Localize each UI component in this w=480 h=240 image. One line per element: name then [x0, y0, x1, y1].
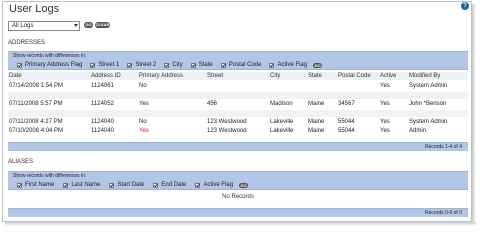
- checkbox-checked-icon[interactable]: [17, 62, 22, 68]
- cell-date: 07/14/2008 1:54 PM: [9, 83, 64, 89]
- cell-date: 07/11/2008 4:27 PM: [9, 119, 63, 125]
- column-header-city[interactable]: City: [270, 73, 280, 79]
- cell-date: 07/10/2008 4:04 PM: [9, 128, 64, 134]
- logs-filter-value: All Logs: [12, 23, 34, 29]
- aliases-footer: Records 0-0 of 0: [8, 208, 468, 217]
- cell-address-id: 1124040: [91, 128, 114, 134]
- column-header-primary-address[interactable]: Primary Address: [139, 73, 183, 79]
- addresses-record-count: Records 1-4 of 4: [425, 144, 462, 150]
- column-header-modified-by[interactable]: Modified By: [409, 73, 440, 79]
- filter-state[interactable]: State: [190, 62, 213, 68]
- panel-shadow-right: [472, 4, 476, 225]
- filter-last-name[interactable]: Last Name: [63, 182, 100, 188]
- checkbox-checked-icon[interactable]: [190, 62, 196, 68]
- filter-active-flag[interactable]: Active Flag: [269, 62, 307, 68]
- table-row: 07/14/2008 1:54 PM 1124061 No Yes System…: [8, 82, 468, 91]
- logs-filter-select[interactable]: All Logs: [8, 21, 80, 31]
- filter-active-flag[interactable]: Active Flag: [195, 182, 233, 188]
- checkbox-checked-icon[interactable]: [153, 182, 159, 188]
- column-header-state[interactable]: State: [308, 73, 322, 79]
- cell-address-id: 1124061: [91, 83, 114, 89]
- checkbox-checked-icon[interactable]: [195, 182, 201, 188]
- checkbox-checked-icon[interactable]: [220, 62, 226, 68]
- filter-primary-address-flag[interactable]: Primary Address Flag: [17, 62, 82, 68]
- cell-primary-address-changed: Yes: [139, 128, 149, 134]
- cell-street: 456: [207, 101, 218, 107]
- addresses-filter-bar: Show records with differences in: Primar…: [8, 51, 468, 70]
- clear-button[interactable]: CLEAR: [95, 22, 110, 28]
- addresses-table-header: Date Address ID Primary Address Street C…: [8, 72, 468, 80]
- cell-street: 123 Westwood: [207, 128, 247, 134]
- checkbox-checked-icon[interactable]: [17, 182, 22, 188]
- cell-state: Maine: [308, 128, 325, 134]
- cell-primary-address: Yes: [139, 101, 149, 107]
- table-row: 07/11/2008 4:27 PM 1124040 No 123 Westwo…: [8, 118, 468, 127]
- cell-primary-address: No: [139, 119, 147, 125]
- cell-postal-code: 34567: [338, 101, 355, 107]
- page-title: User Logs: [9, 3, 60, 15]
- filter-postal-code[interactable]: Postal Code: [220, 62, 261, 68]
- addresses-footer: Records 1-4 of 4: [8, 142, 468, 151]
- cell-primary-address: No: [139, 83, 147, 89]
- column-header-address-id[interactable]: Address ID: [91, 73, 121, 79]
- filter-first-name[interactable]: First Name: [17, 182, 54, 188]
- filter-street-1[interactable]: Street 1: [90, 62, 119, 68]
- column-header-street[interactable]: Street: [207, 73, 223, 79]
- cell-address-id: 1124040: [91, 119, 114, 125]
- checkbox-checked-icon[interactable]: [269, 62, 275, 68]
- filter-city[interactable]: City: [164, 62, 183, 68]
- row-spacer: [8, 92, 468, 99]
- addresses-section-title: ADDRESSES: [8, 40, 46, 46]
- row-spacer: [8, 110, 468, 117]
- cell-active: Yes: [380, 128, 390, 134]
- column-header-active[interactable]: Active: [380, 73, 396, 79]
- go-button[interactable]: GO: [84, 22, 93, 28]
- cell-active: Yes: [380, 119, 390, 125]
- cell-date: 07/11/2008 5:57 PM: [9, 101, 63, 107]
- cell-modified-by: System Admin: [409, 119, 448, 125]
- column-header-date[interactable]: Date: [9, 73, 22, 79]
- cell-postal-code: 55044: [338, 119, 355, 125]
- addresses-go-button[interactable]: GO: [313, 62, 323, 68]
- aliases-go-button[interactable]: GO: [239, 182, 249, 188]
- filter-start-date[interactable]: Start Date: [109, 182, 144, 188]
- cell-state: Maine: [308, 101, 325, 107]
- cell-state: Maine: [308, 119, 325, 125]
- column-header-postal-code[interactable]: Postal Code: [338, 73, 371, 79]
- filter-street-2[interactable]: Street 2: [127, 62, 156, 68]
- help-icon[interactable]: ?: [461, 2, 469, 10]
- checkbox-checked-icon[interactable]: [90, 62, 96, 68]
- table-row: 07/11/2008 5:57 PM 1124052 Yes 456 Madis…: [8, 100, 468, 109]
- checkbox-checked-icon[interactable]: [63, 182, 69, 188]
- aliases-no-records: No Records: [222, 194, 254, 200]
- aliases-section-title: ALIASES: [8, 159, 34, 165]
- cell-active: Yes: [380, 101, 390, 107]
- table-row: 07/10/2008 4:04 PM 1124040 Yes 123 Westw…: [8, 127, 468, 136]
- cell-city: Lakeville: [270, 128, 294, 134]
- cell-street: 123 Westwood: [207, 119, 247, 125]
- filter-end-date[interactable]: End Date: [153, 182, 186, 188]
- addresses-filter-options: Primary Address Flag Street 1 Street 2 C…: [17, 62, 323, 68]
- cell-modified-by: Admin: [409, 128, 427, 134]
- aliases-filter-options: First Name Last Name Start Date End Date…: [17, 182, 249, 188]
- addresses-filter-label: Show records with differences in:: [13, 53, 87, 59]
- aliases-filter-bar: Show records with differences in: First …: [8, 171, 468, 190]
- checkbox-checked-icon[interactable]: [109, 182, 115, 188]
- cell-city: Lakeville: [270, 119, 294, 125]
- chevron-down-icon: [74, 24, 78, 27]
- panel-shadow-bottom: [5, 222, 476, 226]
- cell-modified-by: John *Benson: [409, 101, 447, 107]
- cell-address-id: 1124052: [91, 101, 114, 107]
- cell-city: Madison: [270, 101, 293, 107]
- aliases-record-count: Records 0-0 of 0: [425, 210, 462, 216]
- cell-active: Yes: [380, 83, 390, 89]
- checkbox-checked-icon[interactable]: [127, 62, 133, 68]
- checkbox-checked-icon[interactable]: [164, 62, 170, 68]
- aliases-filter-label: Show records with differences in:: [13, 173, 87, 179]
- cell-postal-code: 55044: [338, 128, 355, 134]
- cell-modified-by: System Admin: [409, 83, 448, 89]
